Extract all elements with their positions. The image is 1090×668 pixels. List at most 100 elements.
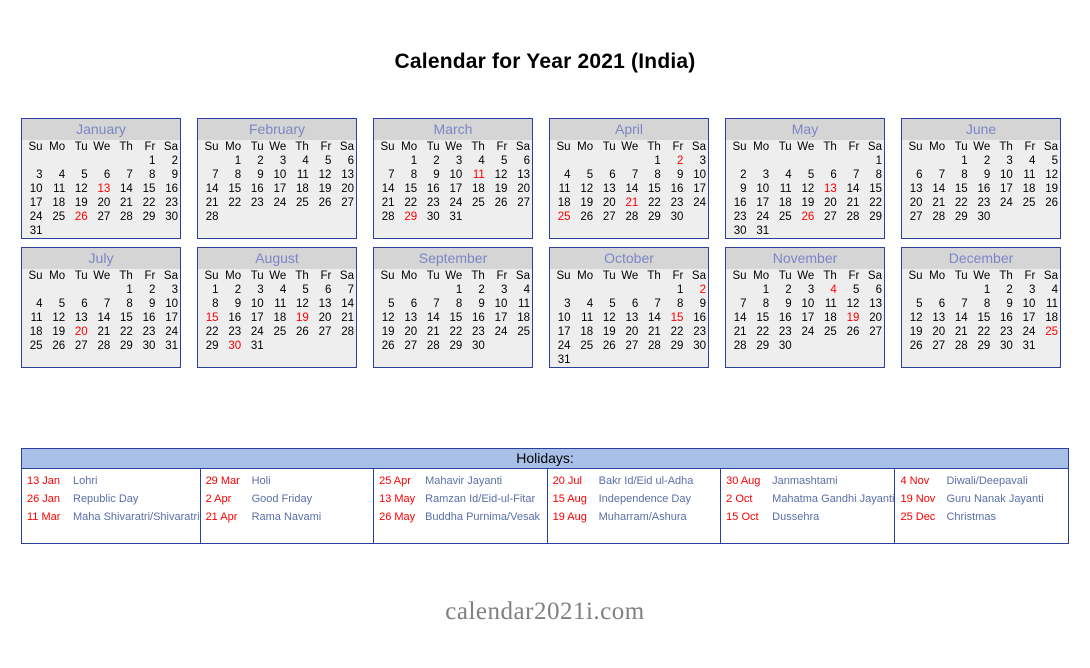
day-cell[interactable]: 8 — [112, 297, 135, 311]
day-cell[interactable]: 19 — [1037, 182, 1060, 196]
day-cell[interactable]: 29 — [970, 339, 993, 353]
day-cell-holiday[interactable]: 20 — [67, 325, 90, 339]
day-cell[interactable]: 2 — [221, 283, 244, 297]
day-cell[interactable]: 27 — [311, 325, 334, 339]
day-cell[interactable]: 6 — [397, 297, 420, 311]
day-cell[interactable]: 9 — [663, 168, 686, 182]
day-cell[interactable]: 26 — [573, 210, 596, 224]
day-cell[interactable]: 4 — [771, 168, 794, 182]
day-cell[interactable]: 26 — [311, 196, 334, 210]
day-cell[interactable]: 21 — [839, 196, 862, 210]
day-cell[interactable]: 2 — [135, 283, 158, 297]
day-cell[interactable]: 8 — [947, 168, 970, 182]
day-cell[interactable]: 28 — [726, 339, 749, 353]
day-cell[interactable]: 14 — [374, 182, 397, 196]
day-cell[interactable]: 30 — [970, 210, 993, 224]
day-cell[interactable]: 15 — [970, 311, 993, 325]
day-cell[interactable]: 23 — [419, 196, 442, 210]
day-cell[interactable]: 23 — [685, 325, 708, 339]
day-cell[interactable]: 23 — [464, 325, 487, 339]
day-cell[interactable]: 19 — [311, 182, 334, 196]
day-cell[interactable]: 27 — [397, 339, 420, 353]
day-cell[interactable]: 24 — [992, 196, 1015, 210]
day-cell[interactable]: 2 — [771, 283, 794, 297]
day-cell[interactable]: 27 — [902, 210, 925, 224]
day-cell[interactable]: 10 — [685, 168, 708, 182]
day-cell[interactable]: 4 — [266, 283, 289, 297]
day-cell[interactable]: 7 — [90, 297, 113, 311]
day-cell[interactable]: 13 — [509, 168, 532, 182]
day-cell[interactable]: 7 — [839, 168, 862, 182]
day-cell[interactable]: 15 — [749, 311, 772, 325]
day-cell[interactable]: 18 — [816, 311, 839, 325]
day-cell-holiday[interactable]: 19 — [839, 311, 862, 325]
day-cell[interactable]: 30 — [992, 339, 1015, 353]
day-cell[interactable]: 2 — [726, 168, 749, 182]
day-cell[interactable]: 7 — [374, 168, 397, 182]
day-cell[interactable]: 17 — [794, 311, 817, 325]
day-cell[interactable]: 8 — [970, 297, 993, 311]
day-cell[interactable]: 16 — [221, 311, 244, 325]
day-cell[interactable]: 27 — [509, 196, 532, 210]
day-cell[interactable]: 7 — [925, 168, 948, 182]
day-cell[interactable]: 6 — [311, 283, 334, 297]
day-cell[interactable]: 27 — [861, 325, 884, 339]
day-cell[interactable]: 30 — [771, 339, 794, 353]
day-cell[interactable]: 23 — [970, 196, 993, 210]
day-cell[interactable]: 22 — [397, 196, 420, 210]
day-cell[interactable]: 18 — [45, 196, 68, 210]
day-cell[interactable]: 17 — [157, 311, 180, 325]
day-cell[interactable]: 15 — [442, 311, 465, 325]
day-cell[interactable]: 3 — [157, 283, 180, 297]
day-cell[interactable]: 1 — [663, 283, 686, 297]
day-cell[interactable]: 9 — [135, 297, 158, 311]
day-cell[interactable]: 25 — [288, 196, 311, 210]
day-cell[interactable]: 10 — [266, 168, 289, 182]
day-cell[interactable]: 14 — [198, 182, 221, 196]
day-cell[interactable]: 9 — [221, 297, 244, 311]
day-cell[interactable]: 16 — [992, 311, 1015, 325]
day-cell[interactable]: 4 — [288, 154, 311, 168]
day-cell[interactable]: 14 — [947, 311, 970, 325]
day-cell[interactable]: 26 — [839, 325, 862, 339]
day-cell[interactable]: 8 — [640, 168, 663, 182]
day-cell[interactable]: 2 — [992, 283, 1015, 297]
day-cell[interactable]: 17 — [243, 311, 266, 325]
day-cell[interactable]: 26 — [487, 196, 510, 210]
day-cell[interactable]: 27 — [90, 210, 113, 224]
day-cell[interactable]: 16 — [726, 196, 749, 210]
day-cell[interactable]: 31 — [1015, 339, 1038, 353]
day-cell[interactable]: 17 — [22, 196, 45, 210]
day-cell[interactable]: 30 — [726, 224, 749, 238]
day-cell[interactable]: 19 — [67, 196, 90, 210]
day-cell[interactable]: 4 — [22, 297, 45, 311]
day-cell[interactable]: 8 — [663, 297, 686, 311]
day-cell[interactable]: 17 — [487, 311, 510, 325]
day-cell[interactable]: 3 — [487, 283, 510, 297]
day-cell-holiday[interactable]: 13 — [816, 182, 839, 196]
day-cell[interactable]: 11 — [22, 311, 45, 325]
day-cell[interactable]: 13 — [861, 297, 884, 311]
day-cell[interactable]: 24 — [487, 325, 510, 339]
day-cell[interactable]: 22 — [198, 325, 221, 339]
day-cell[interactable]: 24 — [550, 339, 573, 353]
day-cell[interactable]: 21 — [947, 325, 970, 339]
day-cell[interactable]: 28 — [419, 339, 442, 353]
day-cell[interactable]: 5 — [794, 168, 817, 182]
day-cell[interactable]: 4 — [573, 297, 596, 311]
day-cell[interactable]: 25 — [464, 196, 487, 210]
day-cell[interactable]: 19 — [794, 196, 817, 210]
day-cell[interactable]: 1 — [640, 154, 663, 168]
day-cell[interactable]: 9 — [992, 297, 1015, 311]
day-cell[interactable]: 13 — [618, 311, 641, 325]
day-cell[interactable]: 20 — [816, 196, 839, 210]
day-cell[interactable]: 23 — [243, 196, 266, 210]
day-cell[interactable]: 11 — [771, 182, 794, 196]
day-cell[interactable]: 23 — [135, 325, 158, 339]
day-cell[interactable]: 14 — [925, 182, 948, 196]
day-cell[interactable]: 12 — [595, 311, 618, 325]
day-cell[interactable]: 1 — [970, 283, 993, 297]
day-cell[interactable]: 30 — [685, 339, 708, 353]
day-cell[interactable]: 9 — [726, 182, 749, 196]
day-cell[interactable]: 14 — [839, 182, 862, 196]
